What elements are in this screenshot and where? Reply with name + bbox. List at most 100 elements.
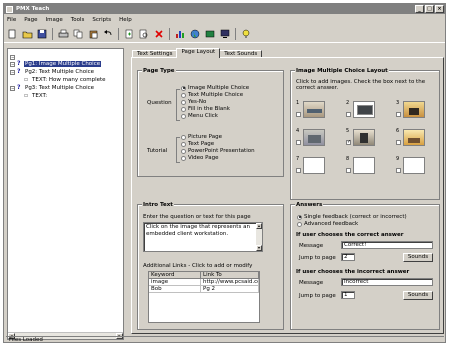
open-icon[interactable]: [21, 28, 33, 40]
image-slot-3[interactable]: [403, 101, 425, 118]
page-tree[interactable]: − − ? Pg1: Image Multiple Choice − ? Pg2…: [7, 48, 124, 340]
radio-picture-page[interactable]: Picture Page: [181, 134, 222, 140]
image-slot-7[interactable]: [303, 157, 325, 174]
links-table[interactable]: Keyword Link To image http://www.pcsaid.…: [148, 271, 260, 323]
correct-checkbox-9[interactable]: [396, 168, 401, 173]
image-slot-1[interactable]: [303, 101, 325, 118]
image-layout-title: Image Multiple Choice Layout: [295, 68, 389, 74]
tree-item-page1[interactable]: − ? Pg1: Image Multiple Choice: [10, 60, 102, 68]
radio-menu-click[interactable]: Menu Click: [181, 113, 218, 119]
copy-icon[interactable]: [72, 28, 84, 40]
tree-item-page2[interactable]: − ? Pg2: Text Multiple Choice: [10, 68, 95, 76]
scroll-up-icon[interactable]: ▴: [256, 223, 262, 229]
link-keyword-cell[interactable]: image: [149, 279, 201, 286]
correct-jump-input[interactable]: 2: [341, 253, 355, 261]
slot-number: 7: [296, 156, 300, 162]
delete-icon[interactable]: [153, 28, 165, 40]
image-slot-8[interactable]: [353, 157, 375, 174]
correct-checkbox-6[interactable]: [396, 140, 401, 145]
links-header-link[interactable]: Link To: [201, 272, 259, 279]
image-slot-4[interactable]: [303, 129, 325, 146]
tree-item-page3[interactable]: − ? Pg3: Text Multiple Choice: [10, 84, 95, 92]
image-slot-9[interactable]: [403, 157, 425, 174]
preview-icon[interactable]: [204, 28, 216, 40]
scroll-down-icon[interactable]: ▾: [256, 245, 262, 251]
tree-item-text1[interactable]: ▫ TEXT: How many complete: [24, 76, 107, 84]
correct-checkbox-3[interactable]: [396, 112, 401, 117]
incorrect-answer-heading: If user chooses the incorrect answer: [296, 269, 410, 275]
collapse-icon[interactable]: −: [10, 61, 15, 67]
find-page-icon[interactable]: [138, 28, 150, 40]
minimize-button[interactable]: _: [415, 5, 424, 13]
menu-help[interactable]: Help: [119, 17, 132, 23]
window-title: PMX Teach: [16, 6, 50, 12]
chart-icon[interactable]: [174, 28, 186, 40]
radio-dot: [297, 221, 302, 227]
radio-label: Picture Page: [188, 134, 222, 140]
radio-image-multiple-choice[interactable]: Image Multiple Choice: [181, 85, 249, 91]
intro-text-title: Intro Text: [142, 202, 174, 208]
menu-file[interactable]: File: [7, 17, 16, 23]
maximize-button[interactable]: □: [425, 5, 434, 13]
world-icon[interactable]: [189, 28, 201, 40]
correct-sounds-button[interactable]: Sounds: [403, 253, 433, 262]
radio-advanced-feedback[interactable]: Advanced feedback: [297, 221, 358, 227]
menu-tools[interactable]: Tools: [71, 17, 85, 23]
menu-scripts[interactable]: Scripts: [92, 17, 111, 23]
intro-text-hint: Enter the question or text for this page: [143, 214, 251, 220]
radio-fill-in-blank[interactable]: Fill in the Blank: [181, 106, 230, 112]
collapse-icon[interactable]: −: [10, 54, 15, 60]
incorrect-message-input[interactable]: Incorrect: [341, 278, 433, 286]
radio-powerpoint[interactable]: PowerPoint Presentation: [181, 148, 255, 154]
incorrect-sounds-button[interactable]: Sounds: [403, 291, 433, 300]
collapse-icon[interactable]: −: [10, 85, 15, 91]
page-type-group: Page Type Question Image Multiple Choice…: [137, 68, 284, 177]
radio-text-multiple-choice[interactable]: Text Multiple Choice: [181, 92, 243, 98]
radio-video-page[interactable]: Video Page: [181, 155, 218, 161]
print-icon[interactable]: [57, 28, 69, 40]
links-header-keyword[interactable]: Keyword: [149, 272, 201, 279]
toolbar-separator: [169, 27, 170, 40]
new-icon[interactable]: [6, 28, 18, 40]
correct-message-input[interactable]: Correct!: [341, 241, 433, 249]
correct-checkbox-7[interactable]: [296, 168, 301, 173]
correct-checkbox-4[interactable]: [296, 140, 301, 145]
link-target-cell[interactable]: http://www.pcsaid.com: [201, 279, 259, 286]
intro-text-scrollbar[interactable]: ▴ ▾: [256, 223, 262, 251]
link-keyword-cell[interactable]: Bob: [149, 286, 201, 293]
page-layout-panel: Page Type Question Image Multiple Choice…: [131, 57, 444, 334]
radio-label: Advanced feedback: [304, 221, 359, 227]
slot-number: 9: [396, 156, 400, 162]
image-slot-5[interactable]: [353, 129, 375, 146]
radio-single-feedback[interactable]: Single feedback (correct or incorrect): [297, 214, 407, 220]
correct-checkbox-2[interactable]: [346, 112, 351, 117]
correct-checkbox-1[interactable]: [296, 112, 301, 117]
menu-page[interactable]: Page: [24, 17, 37, 23]
tree-item-text2[interactable]: ▫ TEXT:: [24, 92, 48, 100]
question-page-icon: ?: [17, 60, 21, 67]
help-icon[interactable]: [240, 28, 252, 40]
correct-checkbox-5[interactable]: ✓: [346, 140, 351, 145]
radio-label: PowerPoint Presentation: [188, 148, 255, 154]
answers-title: Answers: [295, 202, 324, 208]
save-icon[interactable]: [36, 28, 48, 40]
menu-image[interactable]: Image: [46, 17, 63, 23]
link-target-cell[interactable]: Pg 2: [201, 286, 259, 293]
intro-text-group: Intro Text Enter the question or text fo…: [137, 202, 284, 330]
add-page-icon[interactable]: [123, 28, 135, 40]
collapse-icon[interactable]: −: [10, 69, 15, 75]
close-button[interactable]: ×: [435, 5, 444, 13]
undo-icon[interactable]: [102, 28, 114, 40]
intro-text-area[interactable]: Click on the image that represents an em…: [143, 222, 263, 252]
incorrect-jump-input[interactable]: 1: [341, 291, 355, 299]
image-slot-6[interactable]: [403, 129, 425, 146]
paste-icon[interactable]: [87, 28, 99, 40]
tutorial-label: Tutorial: [147, 148, 168, 154]
monitor-icon[interactable]: [219, 28, 231, 40]
radio-yes-no[interactable]: Yes-No: [181, 99, 206, 105]
image-slot-2[interactable]: [353, 101, 375, 118]
correct-checkbox-8[interactable]: [346, 168, 351, 173]
tab-page-layout[interactable]: Page Layout: [176, 48, 221, 58]
radio-text-page[interactable]: Text Page: [181, 141, 214, 147]
toolbar-separator: [52, 27, 53, 40]
